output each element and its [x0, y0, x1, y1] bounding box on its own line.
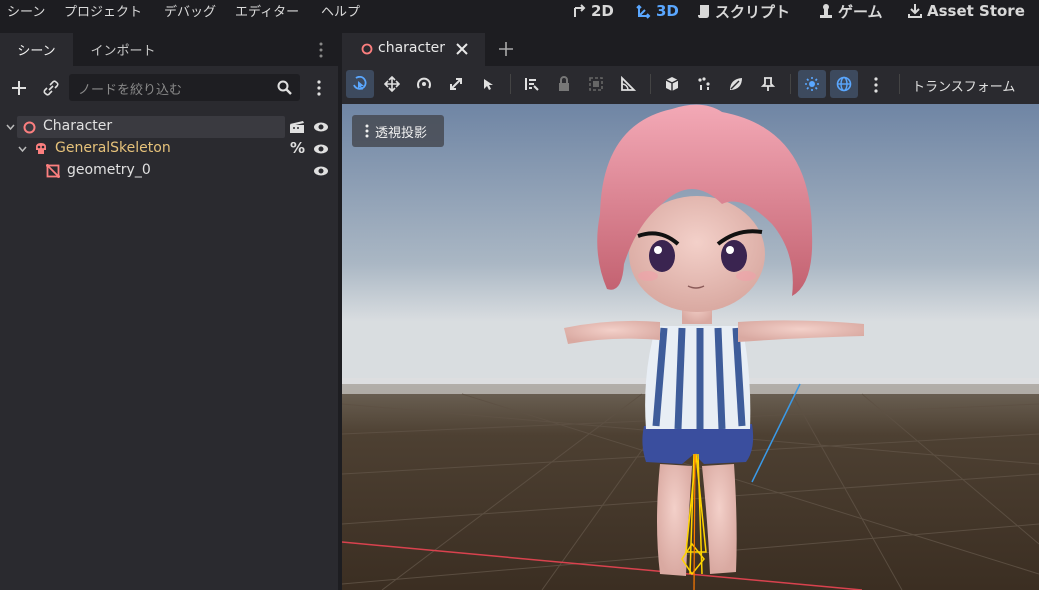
select-mode-button[interactable]: [346, 70, 374, 98]
tab-scene[interactable]: シーン: [0, 33, 73, 66]
environment-toggle-button[interactable]: [830, 70, 858, 98]
menu-project[interactable]: プロジェクト: [64, 1, 142, 20]
lock-button[interactable]: [550, 70, 578, 98]
sun-icon: [805, 77, 819, 91]
scale-icon: [450, 78, 462, 90]
3d-viewport[interactable]: 透視投影: [342, 104, 1039, 590]
chevron-down-icon[interactable]: [18, 145, 27, 154]
tree-menu-icon[interactable]: [316, 80, 322, 96]
node3d-icon: [23, 121, 36, 134]
lock-icon: [559, 76, 569, 91]
perspective-menu-button[interactable]: 透視投影: [352, 115, 444, 147]
visibility-eye-icon[interactable]: [313, 121, 329, 133]
ruler-list-button[interactable]: [518, 70, 546, 98]
3d-icon: [636, 4, 651, 19]
game-icon: [820, 4, 832, 18]
menu-scene[interactable]: シーン: [7, 1, 45, 20]
move-icon: [384, 76, 400, 92]
workspace-2d-button[interactable]: 2D: [573, 0, 614, 22]
preview-sun-button[interactable]: [658, 70, 686, 98]
snap-angle-icon: [621, 76, 636, 91]
mesh-icon: [46, 164, 60, 178]
cube-icon: [665, 77, 679, 91]
menu-bar: シーン プロジェクト デバッグ エディター ヘルプ 2D 3D スクリプト ゲー…: [0, 0, 1039, 26]
menu-debug[interactable]: デバッグ: [164, 1, 216, 20]
group-icon: [589, 77, 603, 91]
link-icon[interactable]: [43, 80, 59, 96]
tab-import[interactable]: インポート: [73, 33, 173, 66]
rotate-mode-button[interactable]: [410, 70, 438, 98]
viewport-render: [342, 104, 1039, 590]
add-node-icon[interactable]: [11, 80, 27, 96]
leaf-button[interactable]: [722, 70, 750, 98]
tab-character-label: character: [378, 40, 446, 56]
visibility-eye-icon[interactable]: [313, 143, 329, 155]
filter-placeholder: ノードを絞り込む: [78, 83, 183, 98]
script-icon: [698, 5, 709, 18]
add-tab-icon[interactable]: [499, 42, 513, 56]
viewport-toolbar: トランスフォーム: [342, 66, 1039, 104]
cursor-icon: [484, 79, 493, 90]
workspace-game-button[interactable]: ゲーム: [818, 0, 883, 22]
search-icon: [277, 80, 292, 95]
scene-tabs: character: [342, 33, 1039, 66]
workspace-3d-button[interactable]: 3D: [636, 0, 679, 22]
workspace-script-button[interactable]: スクリプト: [697, 0, 790, 22]
bone-button[interactable]: [690, 70, 718, 98]
tree-row-generalskeleton[interactable]: GeneralSkeleton %: [0, 138, 338, 160]
rotate-icon: [417, 77, 431, 89]
node3d-icon: [361, 43, 373, 55]
menu-editor[interactable]: エディター: [235, 1, 299, 20]
more-options-icon[interactable]: [873, 77, 879, 93]
filter-nodes-input[interactable]: ノードを絞り込む: [69, 74, 300, 101]
workspace-3d-label: 3D: [656, 2, 679, 20]
snap-button[interactable]: [614, 70, 642, 98]
ruler-icon: [525, 78, 539, 91]
pin-button[interactable]: [754, 70, 782, 98]
menu-help[interactable]: ヘルプ: [321, 1, 360, 20]
tab-character[interactable]: character: [342, 33, 485, 66]
perspective-label: 透視投影: [375, 125, 428, 141]
group-button[interactable]: [582, 70, 610, 98]
asset-store-label: Asset Store: [927, 2, 1025, 20]
download-icon: [908, 4, 922, 18]
2d-icon: [574, 4, 586, 17]
toolbar-divider: [899, 74, 900, 94]
select-mode-icon: [353, 76, 367, 90]
leaf-icon: [730, 78, 742, 90]
asset-store-button[interactable]: Asset Store: [907, 0, 1025, 22]
workspace-game-label: ゲーム: [838, 2, 883, 21]
tree-label-generalskeleton: GeneralSkeleton: [55, 140, 171, 156]
tree-row-geometry[interactable]: geometry_0: [0, 160, 338, 182]
transform-menu[interactable]: トランスフォーム: [912, 76, 1015, 95]
toolbar-divider: [790, 74, 791, 94]
move-mode-button[interactable]: [378, 70, 406, 98]
toolbar-divider: [510, 74, 511, 94]
visibility-eye-icon[interactable]: [313, 165, 329, 177]
unique-name-icon[interactable]: %: [290, 139, 305, 157]
dock-tabs: シーン インポート: [0, 33, 338, 66]
chevron-down-icon[interactable]: [6, 123, 15, 132]
instance-scene-icon[interactable]: [289, 120, 305, 134]
scene-dock: シーン インポート ノードを絞り込む Character GeneralSkel…: [0, 33, 338, 590]
tree-label-character: Character: [43, 118, 113, 134]
menu-dots-icon: [365, 124, 369, 138]
globe-icon: [836, 76, 852, 92]
scale-mode-button[interactable]: [442, 70, 470, 98]
toolbar-divider: [650, 74, 651, 94]
sun-toggle-button[interactable]: [798, 70, 826, 98]
tree-row-character[interactable]: Character: [0, 116, 338, 138]
editor-area: character トランスフォーム 透視投影: [342, 33, 1039, 590]
workspace-2d-label: 2D: [591, 2, 614, 20]
bone-icon: [698, 77, 710, 90]
dock-menu-icon[interactable]: [318, 42, 324, 58]
tree-label-geometry: geometry_0: [67, 162, 151, 178]
workspace-script-label: スクリプト: [715, 2, 791, 21]
pin-icon: [760, 77, 776, 91]
skeleton-icon: [36, 143, 46, 154]
close-icon[interactable]: [456, 43, 468, 55]
list-select-button[interactable]: [474, 70, 502, 98]
